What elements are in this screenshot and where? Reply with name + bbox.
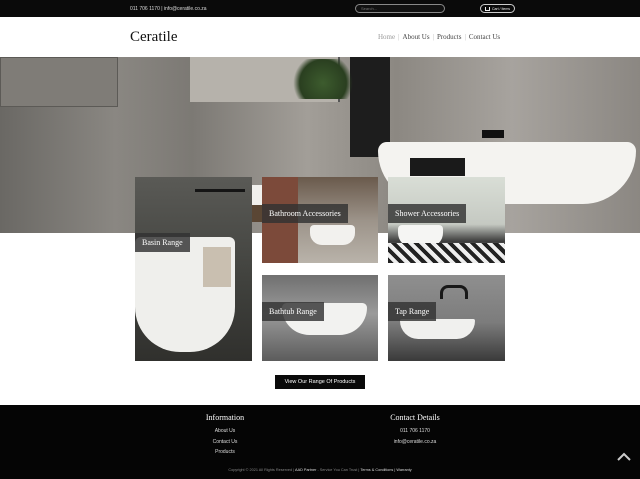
category-label[interactable]: Shower Accessories — [388, 204, 467, 223]
nav-separator: | — [464, 33, 466, 41]
tap-graphic — [440, 285, 468, 299]
basin-graphic — [400, 319, 475, 339]
category-label[interactable]: Tap Range — [388, 302, 437, 321]
category-card-tap-range[interactable]: Tap Range — [388, 275, 505, 361]
site-logo[interactable]: Ceratile — [130, 29, 177, 46]
footer-phone[interactable]: 011 706 1170 — [380, 426, 450, 437]
site-header: Ceratile Home | About Us | Products | Co… — [0, 17, 640, 57]
footer-contact-details: Contact Details 011 706 1170 info@cerati… — [380, 413, 450, 447]
copyright-agency-link[interactable]: AAD Partner — [295, 468, 316, 472]
footer-info-title: Information — [205, 413, 245, 422]
nav-about-us[interactable]: About Us — [403, 33, 430, 41]
cart-label: Cart / Items — [491, 6, 511, 11]
hero-plant — [288, 59, 358, 99]
copyright-prefix: Copyright © 2021 All Rights Reserved | — [228, 468, 295, 472]
hero-wall-panel — [0, 57, 118, 107]
footer-link-about-us[interactable]: About Us — [200, 426, 250, 437]
bathtub-graphic — [310, 225, 355, 245]
faucet-graphic — [195, 189, 245, 199]
footer-email[interactable]: info@ceratile.co.za — [380, 437, 450, 448]
site-footer: Information About Us Contact Us Products… — [0, 405, 640, 479]
search-input[interactable] — [355, 4, 445, 13]
footer-contact-title: Contact Details — [390, 413, 440, 422]
patterned-floor-graphic — [388, 243, 505, 263]
category-label[interactable]: Basin Range — [135, 233, 190, 252]
category-label[interactable]: Bathtub Range — [262, 302, 324, 321]
main-nav: Home | About Us | Products | Contact Us — [378, 33, 500, 41]
copyright-legal-links[interactable]: Terms & Conditions | Warranty — [360, 468, 411, 472]
top-contact-info[interactable]: 011 706 1170 | info@ceratile.co.za — [130, 6, 207, 12]
nav-separator: | — [398, 33, 400, 41]
copyright-line: Copyright © 2021 All Rights Reserved | A… — [0, 468, 640, 472]
top-bar: 011 706 1170 | info@ceratile.co.za Cart … — [0, 0, 640, 17]
cart-button[interactable]: Cart / Items — [480, 4, 515, 13]
cart-icon — [484, 6, 490, 11]
hero-tap — [482, 130, 504, 138]
nav-home[interactable]: Home — [378, 33, 395, 41]
footer-link-contact-us[interactable]: Contact Us — [200, 437, 250, 448]
nav-separator: | — [432, 33, 434, 41]
scroll-to-top-icon[interactable] — [616, 449, 632, 465]
hero-towel — [410, 158, 465, 176]
category-card-basin-range[interactable]: Basin Range — [135, 177, 252, 361]
nav-products[interactable]: Products — [437, 33, 462, 41]
nav-contact-us[interactable]: Contact Us — [469, 33, 500, 41]
category-card-shower-accessories[interactable]: Shower Accessories — [388, 177, 505, 263]
footer-information: Information About Us Contact Us Products — [200, 413, 250, 458]
towel-graphic — [203, 247, 231, 287]
footer-link-products[interactable]: Products — [200, 447, 250, 458]
copyright-tagline: - Service You Can Trust | — [317, 468, 360, 472]
view-range-button[interactable]: View Our Range Of Products — [275, 375, 365, 389]
category-card-bathtub-range[interactable]: Bathtub Range — [262, 275, 378, 361]
category-card-bathroom-accessories[interactable]: Bathroom Accessories — [262, 177, 378, 263]
category-label[interactable]: Bathroom Accessories — [262, 204, 348, 223]
